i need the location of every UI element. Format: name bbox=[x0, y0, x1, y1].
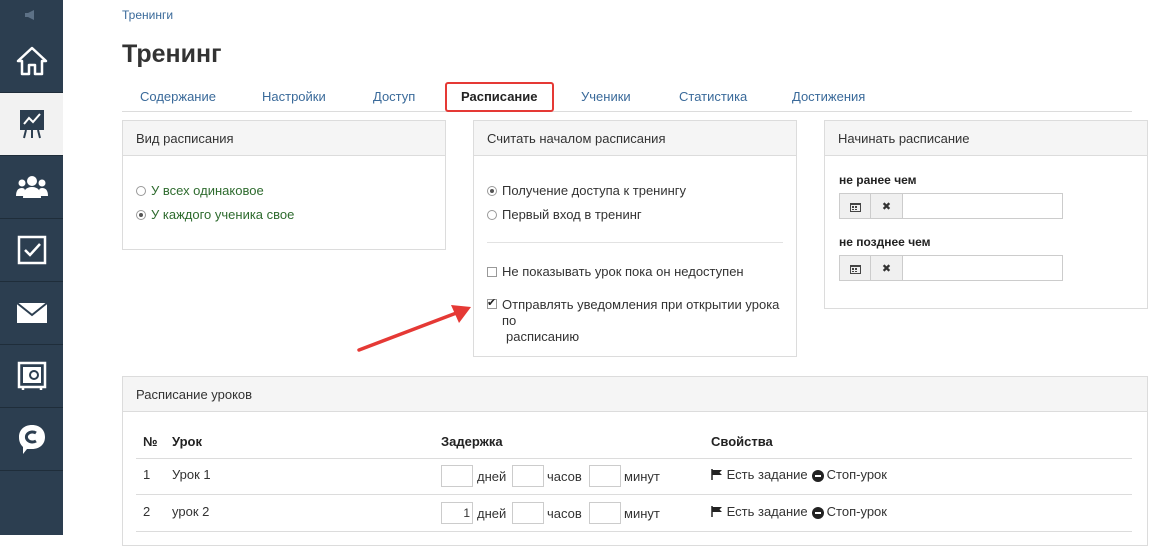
row-num: 2 bbox=[143, 504, 151, 519]
radio-label: У каждого ученика свое bbox=[151, 207, 295, 222]
checkbox[interactable] bbox=[487, 266, 497, 277]
lesson-name[interactable]: Урок 1 bbox=[172, 467, 211, 482]
not-earlier-date-picker: ✖ bbox=[839, 193, 1063, 219]
header-props: Свойства bbox=[711, 434, 773, 449]
task-label[interactable]: Есть задание bbox=[727, 467, 808, 482]
clear-icon[interactable]: ✖ bbox=[871, 255, 903, 281]
divider bbox=[136, 494, 1132, 495]
radio-first-login[interactable]: Первый вход в тренинг bbox=[487, 207, 642, 222]
radio-button[interactable] bbox=[487, 209, 497, 220]
header-lesson: Урок bbox=[172, 434, 202, 449]
sidebar-item-safe[interactable] bbox=[0, 345, 63, 408]
panel-title: Начинать расписание bbox=[825, 121, 1147, 156]
chart-icon bbox=[18, 108, 46, 140]
mail-icon bbox=[15, 302, 48, 324]
main-content: Тренинги Тренинг Содержание Настройки До… bbox=[63, 0, 1152, 546]
annotation-arrow bbox=[357, 305, 471, 352]
sidebar-item-users[interactable] bbox=[0, 156, 63, 219]
stop-icon bbox=[811, 506, 824, 519]
lesson-properties: Есть задание Стоп-урок bbox=[711, 504, 887, 520]
days-input[interactable] bbox=[441, 465, 473, 487]
panel-title: Считать началом расписания bbox=[474, 121, 796, 156]
days-unit: дней bbox=[477, 506, 507, 521]
stop-label[interactable]: Стоп-урок bbox=[827, 467, 887, 482]
safe-icon bbox=[17, 361, 47, 391]
stop-label[interactable]: Стоп-урок bbox=[827, 504, 887, 519]
sidebar-item-tasks[interactable] bbox=[0, 219, 63, 282]
radio-access-received[interactable]: Получение доступа к тренингу bbox=[487, 183, 686, 198]
breadcrumb[interactable]: Тренинги bbox=[122, 8, 173, 22]
divider bbox=[136, 531, 1132, 532]
page-title: Тренинг bbox=[122, 40, 222, 68]
lesson-name[interactable]: урок 2 bbox=[172, 504, 209, 519]
panel-title: Вид расписания bbox=[123, 121, 445, 156]
radio-label: У всех одинаковое bbox=[151, 183, 264, 198]
sidebar-item-home[interactable] bbox=[0, 30, 63, 93]
tab-content[interactable]: Содержание bbox=[140, 82, 216, 111]
flag-icon bbox=[711, 505, 723, 520]
stop-icon bbox=[811, 469, 824, 482]
panel-title: Расписание уроков bbox=[123, 377, 1147, 412]
radio-same-for-all[interactable]: У всех одинаковое bbox=[136, 183, 264, 198]
divider bbox=[487, 242, 783, 243]
tab-access[interactable]: Доступ bbox=[373, 82, 415, 111]
days-unit: дней bbox=[477, 469, 507, 484]
radio-individual[interactable]: У каждого ученика свое bbox=[136, 207, 294, 222]
radio-button[interactable] bbox=[136, 209, 146, 220]
minutes-unit: минут bbox=[624, 506, 660, 521]
not-earlier-label: не ранее чем bbox=[839, 173, 917, 187]
tab-schedule[interactable]: Расписание bbox=[445, 82, 554, 112]
megaphone-icon[interactable] bbox=[0, 0, 63, 30]
sidebar-item-mail[interactable] bbox=[0, 282, 63, 345]
not-later-label: не позднее чем bbox=[839, 235, 931, 249]
tab-achievements[interactable]: Достижения bbox=[792, 82, 865, 111]
lesson-properties: Есть задание Стоп-урок bbox=[711, 467, 887, 483]
begin-schedule-panel: Начинать расписание не ранее чем ✖ не по… bbox=[824, 120, 1148, 309]
checkbox-label: Не показывать урок пока он недоступен bbox=[502, 264, 744, 279]
flag-icon bbox=[711, 468, 723, 483]
hours-unit: часов bbox=[547, 506, 582, 521]
sidebar-item-chat[interactable] bbox=[0, 408, 63, 471]
not-later-date-picker: ✖ bbox=[839, 255, 1063, 281]
schedule-type-panel: Вид расписания У всех одинаковое У каждо… bbox=[122, 120, 446, 250]
clear-icon[interactable]: ✖ bbox=[871, 193, 903, 219]
header-num: № bbox=[143, 434, 158, 449]
radio-label: Получение доступа к тренингу bbox=[502, 183, 687, 198]
radio-button[interactable] bbox=[136, 185, 146, 196]
radio-label: Первый вход в тренинг bbox=[502, 207, 642, 222]
minutes-unit: минут bbox=[624, 469, 660, 484]
hours-input[interactable] bbox=[512, 465, 544, 487]
radio-button[interactable] bbox=[487, 185, 497, 196]
header-delay: Задержка bbox=[441, 434, 503, 449]
checkbox-hide-unavailable[interactable]: Не показывать урок пока он недоступен bbox=[487, 264, 744, 279]
days-input[interactable]: 1 bbox=[441, 502, 473, 524]
tab-statistics[interactable]: Статистика bbox=[679, 82, 747, 111]
task-label[interactable]: Есть задание bbox=[727, 504, 808, 519]
chat-icon bbox=[17, 423, 47, 455]
users-icon bbox=[15, 174, 48, 200]
home-icon bbox=[16, 46, 48, 76]
sidebar-item-trainings[interactable] bbox=[0, 93, 63, 156]
row-num: 1 bbox=[143, 467, 151, 482]
not-earlier-date-input[interactable] bbox=[903, 193, 1063, 219]
tab-bar: Содержание Настройки Доступ Расписание У… bbox=[122, 82, 1132, 112]
hours-input[interactable] bbox=[512, 502, 544, 524]
divider bbox=[136, 458, 1132, 459]
tasks-icon bbox=[17, 235, 47, 265]
calendar-icon[interactable] bbox=[839, 193, 871, 219]
lessons-schedule-panel: Расписание уроков № Урок Задержка Свойст… bbox=[122, 376, 1148, 546]
sidebar bbox=[0, 0, 63, 535]
hours-unit: часов bbox=[547, 469, 582, 484]
not-later-date-input[interactable] bbox=[903, 255, 1063, 281]
minutes-input[interactable] bbox=[589, 502, 621, 524]
tab-settings[interactable]: Настройки bbox=[262, 82, 326, 111]
tab-students[interactable]: Ученики bbox=[581, 82, 631, 111]
calendar-icon[interactable] bbox=[839, 255, 871, 281]
minutes-input[interactable] bbox=[589, 465, 621, 487]
